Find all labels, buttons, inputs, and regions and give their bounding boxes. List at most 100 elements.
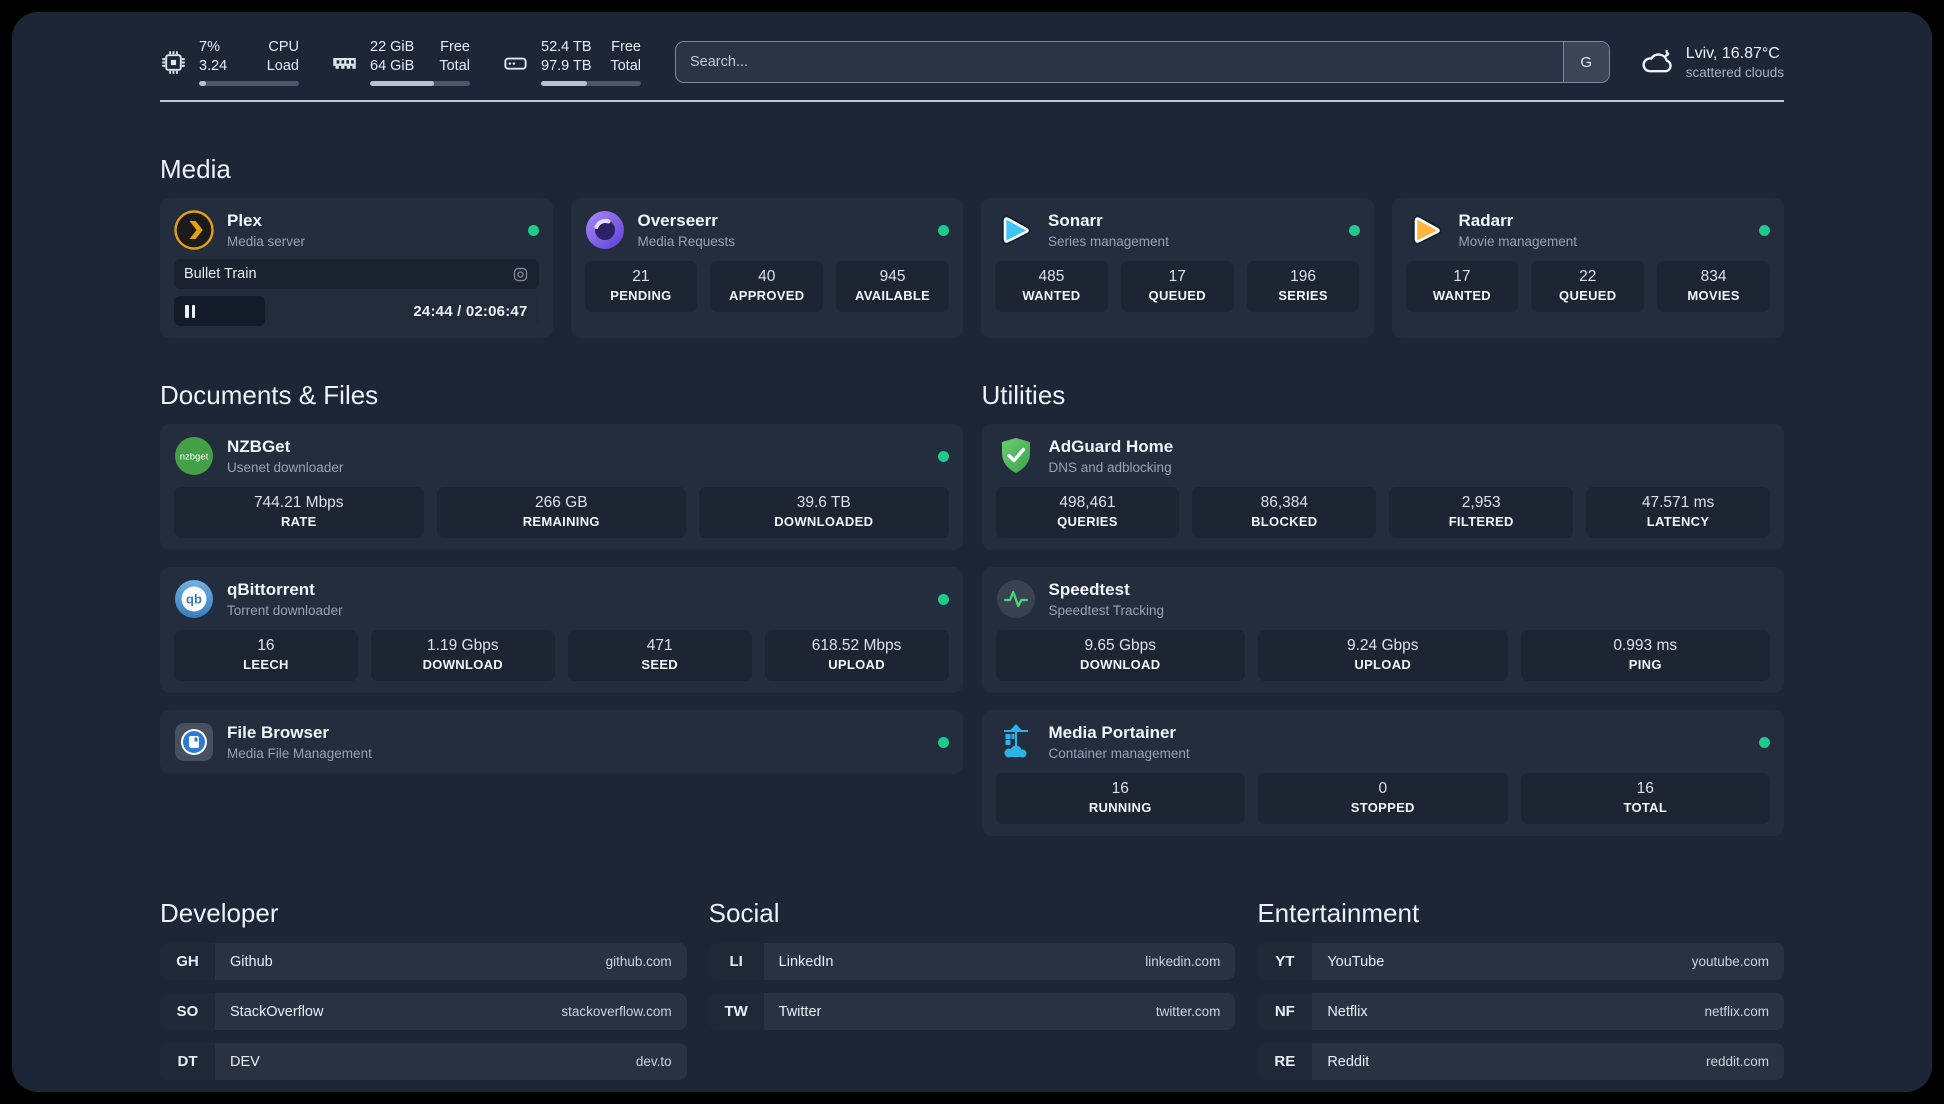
nzbget-icon: nzbget [174,436,214,476]
sonarr-icon [995,210,1035,250]
stat-tile: 1.19 Gbps DOWNLOAD [370,630,555,681]
section-title-documents: Documents & Files [160,380,379,410]
memory-free-label: Free [440,39,470,56]
overseerr-card[interactable]: Overseerr Media Requests 21 PENDING 40 A… [570,198,963,338]
app-description: Series management [1048,233,1169,249]
stat-tile: 39.6 TB DOWNLOADED [699,487,949,538]
bookmark-dev[interactable]: DT DEV dev.to [160,1043,687,1080]
bookmark-url: linkedin.com [1145,954,1221,969]
disk-progressbar [541,80,641,86]
app-name: AdGuard Home [1048,437,1174,457]
bookmark-tag: NF [1257,993,1313,1030]
app-name: Media Portainer [1048,723,1177,743]
section-title-utilities: Utilities [981,380,1066,410]
bookmark-tag: YT [1257,943,1313,980]
bookmark-name: Github [230,953,273,970]
speedtest-icon [996,579,1036,619]
bookmark-github[interactable]: GH Github github.com [160,943,687,980]
plex-card[interactable]: Plex Media server Bullet Train 24:44 / 0… [160,198,553,338]
disk-total-label: Total [610,58,641,74]
qbittorrent-card[interactable]: qb qBittorrent Torrent downloader 16 LEE… [160,567,963,693]
bookmark-url: reddit.com [1705,1054,1769,1069]
bookmark-youtube[interactable]: YT YouTube youtube.com [1257,943,1784,980]
bookmark-name: StackOverflow [230,1003,324,1020]
entertainment-group: Entertainment YT YouTube youtube.com NF … [1257,898,1784,1080]
pause-button[interactable] [185,304,195,318]
cpu-label: CPU [268,39,299,56]
stat-tile: 40 APPROVED [710,261,824,312]
bookmark-reddit[interactable]: RE Reddit reddit.com [1257,1043,1784,1080]
portainer-icon [996,722,1036,762]
app-name: NZBGet [227,437,291,457]
bookmark-tag: RE [1257,1043,1313,1080]
stat-tile: 471 SEED [567,630,752,681]
cpu-progressbar [199,80,299,86]
app-name: Sonarr [1048,211,1103,231]
bookmark-linkedin[interactable]: LI LinkedIn linkedin.com [708,943,1236,980]
stat-tile: 16 TOTAL [1520,773,1770,824]
stat-tile: 744.21 Mbps RATE [174,487,424,538]
section-title-social: Social [708,898,780,928]
search-bar[interactable]: G [675,41,1610,83]
app-name: Radarr [1458,211,1514,231]
stat-tile: 16 LEECH [174,630,358,681]
header-divider [160,100,1784,102]
search-input[interactable] [676,54,1563,70]
stat-tile: 9.24 Gbps UPLOAD [1258,630,1508,681]
stat-tile: 2,953 FILTERED [1389,487,1574,538]
app-description: Speedtest Tracking [1048,602,1165,618]
disk-free: 52.4 TB [541,39,592,56]
nzbget-card[interactable]: nzbget NZBGet Usenet downloader 744.21 M… [160,424,963,550]
app-name: Plex [227,211,262,231]
bookmark-url: twitter.com [1155,1004,1221,1019]
developer-group: Developer GH Github github.com SO StackO… [160,898,687,1080]
app-description: Usenet downloader [227,459,344,475]
speedtest-card[interactable]: Speedtest Speedtest Tracking 9.65 Gbps D… [981,567,1784,693]
portainer-card[interactable]: Media Portainer Container management 16 … [981,710,1784,836]
memory-stat: 22 GiB 64 GiB Free Total [331,38,470,86]
adguard-icon [996,436,1036,476]
stat-tile: 17 QUEUED [1120,261,1234,312]
qbittorrent-icon: qb [174,579,214,619]
sonarr-card[interactable]: Sonarr Series management 485 WANTED 17 Q… [981,198,1374,338]
status-dot [937,593,949,605]
disk-free-label: Free [611,39,641,56]
stat-tile: 22 QUEUED [1531,261,1645,312]
memory-total: 64 GiB [370,58,415,74]
app-description: Torrent downloader [227,602,343,618]
section-title-entertainment: Entertainment [1257,898,1420,928]
radarr-card[interactable]: Radarr Movie management 17 WANTED 22 QUE… [1391,198,1784,338]
playback-time: 24:44 / 02:06:47 [413,302,528,320]
bookmark-url: dev.to [635,1054,672,1069]
bookmark-url: youtube.com [1691,954,1769,969]
bookmark-netflix[interactable]: NF Netflix netflix.com [1257,993,1784,1030]
memory-icon [331,49,358,76]
section-title-developer: Developer [160,898,279,928]
playback-progressbar[interactable]: 24:44 / 02:06:47 [174,296,539,326]
disk-stat: 52.4 TB 97.9 TB Free Total [502,38,641,86]
bookmark-twitter[interactable]: TW Twitter twitter.com [708,993,1236,1030]
app-description: DNS and adblocking [1048,459,1172,475]
social-group: Social LI LinkedIn linkedin.com TW Twitt… [708,898,1236,1080]
disk-total: 97.9 TB [541,58,592,74]
stat-tile: 21 PENDING [584,261,698,312]
filebrowser-card[interactable]: File Browser Media File Management [160,710,963,774]
system-stats: 7% 3.24 CPU Load 22 GiB 64 GiB Free Tota… [160,38,641,86]
now-playing-title: Bullet Train [184,266,257,282]
svg-text:nzbget: nzbget [180,452,209,463]
app-description: Container management [1048,745,1190,761]
weather-location-temp: Lviv, 16.87°C [1685,44,1780,62]
bookmark-name: Reddit [1327,1053,1370,1070]
stat-tile: 0 STOPPED [1258,773,1508,824]
filebrowser-icon [174,722,214,762]
search-engine-button[interactable]: G [1562,42,1609,82]
bookmark-tag: SO [160,993,215,1030]
bookmark-name: Twitter [778,1003,822,1020]
adguard-card[interactable]: AdGuard Home DNS and adblocking 498,461 … [981,424,1784,550]
bookmark-name: YouTube [1327,953,1385,970]
now-playing-row: Bullet Train [174,259,539,289]
plex-icon [174,210,214,250]
bookmark-stackoverflow[interactable]: SO StackOverflow stackoverflow.com [160,993,687,1030]
media-grid: Plex Media server Bullet Train 24:44 / 0… [160,198,1784,338]
bookmark-url: github.com [605,954,672,969]
